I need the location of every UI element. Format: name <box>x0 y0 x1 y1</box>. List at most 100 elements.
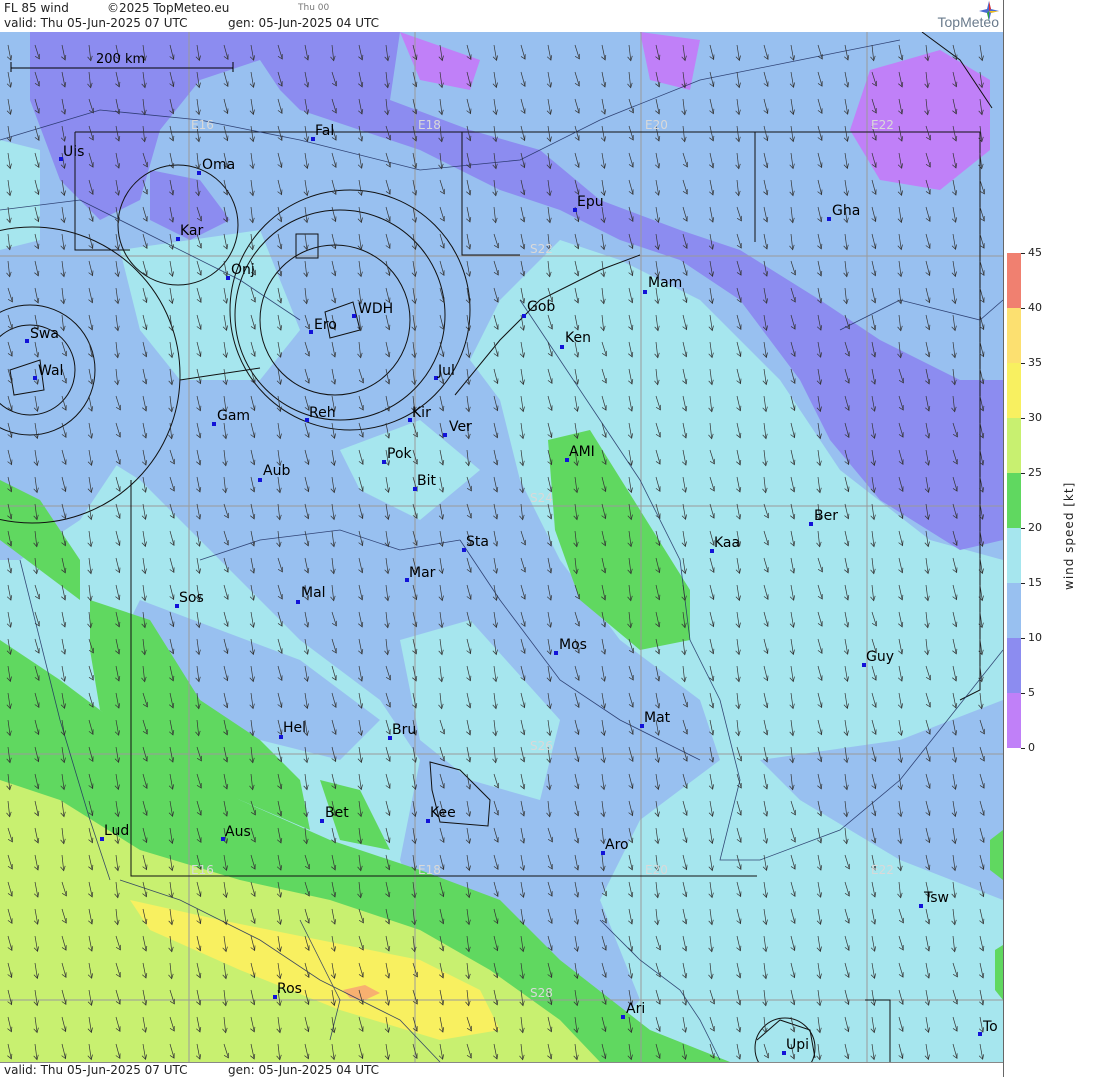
grid-label-lat: S22 <box>530 242 553 256</box>
place-label[interactable]: To <box>983 1019 998 1035</box>
place-label[interactable]: Ber <box>814 508 838 524</box>
place-label[interactable]: Bru <box>392 722 416 738</box>
map-title: FL 85 wind <box>4 1 69 15</box>
place-label[interactable]: Gha <box>832 203 860 219</box>
legend-tick-label: 40 <box>1028 301 1042 314</box>
place-label[interactable]: Uis <box>63 144 84 160</box>
map-canvas <box>0 32 1003 1062</box>
place-dot <box>827 217 831 221</box>
place-label[interactable]: Hel <box>283 720 306 736</box>
place-dot <box>443 433 447 437</box>
legend-title: wind speed [kt] <box>1062 481 1076 590</box>
grid-label-lon: E22 <box>871 863 894 877</box>
place-label[interactable]: Gob <box>527 299 555 315</box>
legend-color-segment <box>1007 583 1021 638</box>
place-label[interactable]: Mos <box>559 637 587 653</box>
legend-tick-mark <box>1021 583 1025 584</box>
place-label[interactable]: Upi <box>786 1037 809 1053</box>
place-dot <box>212 422 216 426</box>
place-label[interactable]: Jul <box>438 363 455 379</box>
place-label[interactable]: Onj <box>231 262 255 278</box>
color-bar <box>1007 253 1021 748</box>
place-label[interactable]: Lud <box>104 823 129 839</box>
legend-tick-label: 20 <box>1028 521 1042 534</box>
place-label[interactable]: WDH <box>358 301 393 317</box>
legend-tick-label: 45 <box>1028 246 1042 259</box>
place-label[interactable]: Gam <box>217 408 250 424</box>
legend-tick-mark <box>1021 418 1025 419</box>
place-label[interactable]: Tsw <box>924 890 949 906</box>
grid-label-lon: E16 <box>191 118 214 132</box>
place-label[interactable]: Mar <box>409 565 435 581</box>
place-label[interactable]: Ros <box>277 981 302 997</box>
copyright-text: ©2025 TopMeteo.eu <box>107 1 230 15</box>
place-label[interactable]: Pok <box>387 446 412 462</box>
place-label[interactable]: Mat <box>644 710 670 726</box>
legend-color-segment <box>1007 528 1021 583</box>
place-label[interactable]: Ken <box>565 330 591 346</box>
place-dot <box>25 339 29 343</box>
place-label[interactable]: Ari <box>626 1001 645 1017</box>
place-label[interactable]: Bit <box>417 473 436 489</box>
place-dot <box>258 478 262 482</box>
place-label[interactable]: Reh <box>309 405 336 421</box>
generated-time: gen: 05-Jun-2025 04 UTC <box>228 16 380 30</box>
legend-tick-label: 0 <box>1028 741 1035 754</box>
legend-color-segment <box>1007 693 1021 748</box>
place-dot <box>560 345 564 349</box>
place-label[interactable]: Kee <box>430 805 456 821</box>
place-dot <box>621 1015 625 1019</box>
place-label[interactable]: Ver <box>449 419 472 435</box>
place-label[interactable]: Wal <box>38 363 63 379</box>
place-dot <box>978 1032 982 1036</box>
compass-star-icon <box>979 1 999 21</box>
place-label[interactable]: Aus <box>225 824 251 840</box>
place-label[interactable]: Mam <box>648 275 682 291</box>
legend-color-segment <box>1007 253 1021 308</box>
place-label[interactable]: Swa <box>30 326 59 342</box>
place-label[interactable]: Guy <box>866 649 894 665</box>
legend-tick-mark <box>1021 253 1025 254</box>
place-dot <box>296 600 300 604</box>
place-label[interactable]: Sta <box>466 534 489 550</box>
place-dot <box>352 314 356 318</box>
place-label[interactable]: Kaa <box>714 535 740 551</box>
legend-tick-mark <box>1021 638 1025 639</box>
place-label[interactable]: Fal <box>315 123 334 139</box>
legend-tick-label: 30 <box>1028 411 1042 424</box>
place-label[interactable]: Kar <box>180 223 203 239</box>
legend-color-segment <box>1007 418 1021 473</box>
wind-map[interactable]: 200 km E16 E18 E20 E22 S22 S24 S26 S28 E… <box>0 32 1003 1062</box>
map-footer: valid: Thu 05-Jun-2025 07 UTC gen: 05-Ju… <box>0 1062 1003 1078</box>
place-label[interactable]: Ero <box>314 317 337 333</box>
legend-tick-label: 25 <box>1028 466 1042 479</box>
place-label[interactable]: Bet <box>325 805 349 821</box>
legend-tick-mark <box>1021 748 1025 749</box>
place-label[interactable]: Sos <box>179 590 204 606</box>
place-label[interactable]: AMI <box>569 444 595 460</box>
place-dot <box>382 460 386 464</box>
grid-label-lon: E18 <box>418 863 441 877</box>
wind-speed-legend: 45 40 35 30 25 20 15 10 5 0 <box>1003 0 1095 1077</box>
place-dot <box>919 904 923 908</box>
place-dot <box>309 330 313 334</box>
legend-tick-label: 10 <box>1028 631 1042 644</box>
legend-color-segment <box>1007 638 1021 693</box>
place-label[interactable]: Kir <box>412 405 431 421</box>
legend-tick-label: 5 <box>1028 686 1035 699</box>
grid-label-lon: E22 <box>871 118 894 132</box>
legend-tick-mark <box>1021 308 1025 309</box>
place-label[interactable]: Oma <box>202 157 235 173</box>
place-dot <box>643 290 647 294</box>
place-label[interactable]: Mal <box>301 585 326 601</box>
place-label[interactable]: Epu <box>577 194 604 210</box>
grid-label-lat: S26 <box>530 739 553 753</box>
place-dot <box>226 276 230 280</box>
legend-color-segment <box>1007 363 1021 418</box>
place-label[interactable]: Aro <box>605 837 629 853</box>
grid-label-lon: E20 <box>645 863 668 877</box>
time-tab: Thu 00 <box>298 3 330 13</box>
map-header: FL 85 wind ©2025 TopMeteo.eu Thu 00 vali… <box>0 0 1003 33</box>
place-label[interactable]: Aub <box>263 463 290 479</box>
legend-tick-label: 15 <box>1028 576 1042 589</box>
